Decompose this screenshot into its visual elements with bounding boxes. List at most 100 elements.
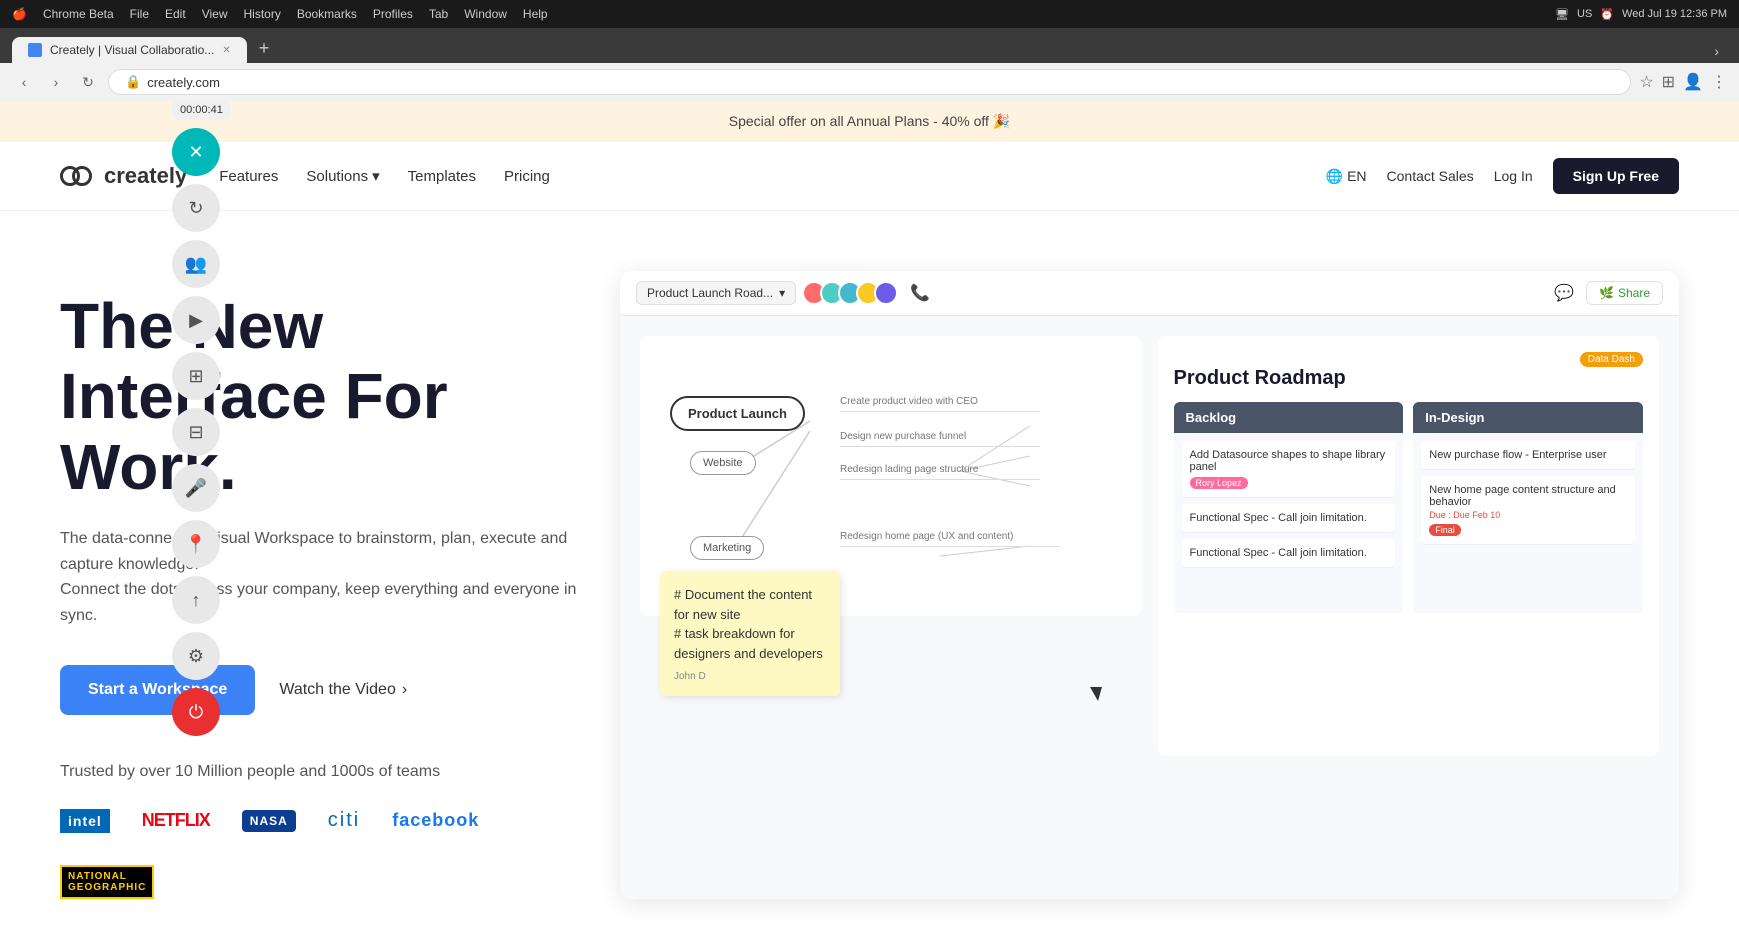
mindmap-task-1: Create product video with CEO <box>840 396 1040 412</box>
tab-close-button[interactable]: ✕ <box>222 45 230 56</box>
watch-video-link[interactable]: Watch the Video › <box>279 681 407 699</box>
nav-templates[interactable]: Templates <box>408 168 476 185</box>
sync-button[interactable]: ↻ <box>172 184 220 232</box>
citi-logo: citi <box>328 809 360 832</box>
back-button[interactable]: ‹ <box>12 70 36 94</box>
roadmap-panel: Data Dash Product Roadmap Backlog Add Da… <box>1158 336 1660 756</box>
facebook-logo: facebook <box>392 810 479 831</box>
sidebar-overlay: 00:00:41 ✕ ↻ 👥 ▶ ⊞ ⊟ 🎤 📍 ↑ ⚙ ⏻ <box>172 100 231 736</box>
browser-toolbar-right: ☆ ⊞ 👤 ⋮ <box>1639 72 1727 92</box>
apple-icon: 🍎 <box>12 7 27 21</box>
app-name: Chrome Beta <box>43 7 114 21</box>
mindmap-task-3: Redesign lading page structure <box>840 464 1040 480</box>
layers-button[interactable]: ⊞ <box>172 352 220 400</box>
indesign-body: New purchase flow - Enterprise user New … <box>1413 433 1643 613</box>
hero-title: The New Interface For Work. <box>60 291 580 502</box>
chevron-right-icon: › <box>402 681 407 699</box>
cursor-pointer <box>1090 687 1102 701</box>
logo-icon <box>60 164 96 188</box>
share-button[interactable]: 🌿 Share <box>1586 281 1663 305</box>
nav-right: 🌐 EN Contact Sales Log In Sign Up Free <box>1326 158 1679 194</box>
natgeo-logo: NATIONALGEOGRAPHIC <box>60 865 154 899</box>
mic-button[interactable]: 🎤 <box>172 464 220 512</box>
power-button[interactable]: ⏻ <box>172 688 220 736</box>
language-selector[interactable]: 🌐 EN <box>1326 168 1367 185</box>
browser-toolbar: ‹ › ↻ 🔒 creately.com ☆ ⊞ 👤 ⋮ <box>0 63 1739 101</box>
due-text: Due : Due Feb 10 <box>1429 510 1627 520</box>
sticky-note-author: John D <box>674 671 826 682</box>
backlog-item-2: Functional Spec - Call join limitation. <box>1182 504 1396 533</box>
contact-sales-link[interactable]: Contact Sales <box>1387 168 1474 184</box>
nav-pricing[interactable]: Pricing <box>504 168 550 185</box>
ssl-icon: 🔒 <box>125 74 141 90</box>
new-tab-button[interactable]: + <box>251 34 278 63</box>
bookmark-icon[interactable]: ☆ <box>1639 72 1653 92</box>
tab-favicon <box>28 43 42 57</box>
forward-button[interactable]: › <box>44 70 68 94</box>
globe-icon: 🌐 <box>1326 168 1343 185</box>
mindmap-center-node: Product Launch <box>670 396 805 431</box>
app-mockup: Product Launch Road... ▾ 📞 💬 🌿 Share <box>620 271 1679 899</box>
app-canvas: Product Launch Website Marketing Create … <box>620 316 1679 776</box>
netflix-logo: NETFLIX <box>142 810 210 831</box>
hero-left: The New Interface For Work. The data-con… <box>60 271 580 899</box>
avatar-group <box>808 281 898 305</box>
backlog-body: Add Datasource shapes to shape library p… <box>1174 433 1404 613</box>
phone-icon: 📞 <box>910 283 930 303</box>
upload-button[interactable]: ↑ <box>172 576 220 624</box>
backlog-item-3: Functional Spec - Call join limitation. <box>1182 539 1396 568</box>
logo-link[interactable]: creately <box>60 163 187 189</box>
intel-logo: intel <box>60 809 110 833</box>
workspace-selector[interactable]: Product Launch Road... ▾ <box>636 281 796 305</box>
backlog-item-1: Add Datasource shapes to shape library p… <box>1182 441 1396 498</box>
profile-icon[interactable]: 👤 <box>1683 72 1703 92</box>
trust-logos: intel NETFLIX NASA citi facebook NATIONA… <box>60 809 580 899</box>
users-button[interactable]: 👥 <box>172 240 220 288</box>
workspace-name: Product Launch Road... <box>647 286 773 300</box>
tab-bar: Creately | Visual Collaboratio... ✕ + › <box>12 34 1727 63</box>
avatar-5 <box>874 281 898 305</box>
mindmap-node-marketing: Marketing <box>690 536 764 560</box>
menu-icon[interactable]: ⋮ <box>1711 72 1727 92</box>
extensions-icon[interactable]: ⊞ <box>1662 72 1675 92</box>
backlog-header: Backlog <box>1174 402 1404 433</box>
promo-text: Special offer on all Annual Plans - 40% … <box>729 113 1011 129</box>
website-content: Special offer on all Annual Plans - 40% … <box>0 101 1739 939</box>
comment-icon[interactable]: 💬 <box>1554 283 1574 303</box>
mindmap-task-4: Redesign home page (UX and content) <box>840 531 1060 547</box>
mac-status-bar: 🖥 US ⏰ Wed Jul 19 12:36 PM <box>1555 8 1727 21</box>
mindmap-task-2: Design new purchase funnel <box>840 431 1040 447</box>
login-link[interactable]: Log In <box>1494 168 1533 184</box>
indesign-column: In-Design New purchase flow - Enterprise… <box>1413 402 1643 613</box>
roadmap-columns: Backlog Add Datasource shapes to shape l… <box>1174 402 1644 613</box>
tab-title: Creately | Visual Collaboratio... <box>50 43 214 57</box>
promo-banner: Special offer on all Annual Plans - 40% … <box>0 101 1739 142</box>
nav-solutions[interactable]: Solutions ▾ <box>306 167 379 185</box>
trust-text: Trusted by over 10 Million people and 10… <box>60 763 580 781</box>
indesign-header: In-Design <box>1413 402 1643 433</box>
video-button[interactable]: ▶ <box>172 296 220 344</box>
backlog-column: Backlog Add Datasource shapes to shape l… <box>1174 402 1404 613</box>
screen-button[interactable]: ⊟ <box>172 408 220 456</box>
active-tab[interactable]: Creately | Visual Collaboratio... ✕ <box>12 37 247 63</box>
main-navigation: creately Features Solutions ▾ Templates … <box>0 142 1739 211</box>
nasa-logo: NASA <box>242 810 296 832</box>
settings-button[interactable]: ⚙ <box>172 632 220 680</box>
indesign-item-2: New home page content structure and beha… <box>1421 476 1635 545</box>
roadmap-title: Product Roadmap <box>1174 367 1644 390</box>
signup-button[interactable]: Sign Up Free <box>1553 158 1679 194</box>
url-text: creately.com <box>147 75 220 90</box>
address-bar[interactable]: 🔒 creately.com <box>108 69 1631 95</box>
sticky-note: # Document the content for new site# tas… <box>660 571 840 696</box>
timer-display: 00:00:41 <box>172 100 231 120</box>
hero-section: The New Interface For Work. The data-con… <box>0 211 1739 939</box>
tag-final: Final <box>1429 524 1461 536</box>
pin-button[interactable]: 📍 <box>172 520 220 568</box>
indesign-item-1: New purchase flow - Enterprise user <box>1421 441 1635 470</box>
mindmap-panel: Product Launch Website Marketing Create … <box>640 336 1142 756</box>
reload-button[interactable]: ↻ <box>76 70 100 94</box>
mac-menu: File Edit View History Bookmarks Profile… <box>130 7 548 21</box>
tab-scroll-right[interactable]: › <box>1706 39 1727 63</box>
close-session-button[interactable]: ✕ <box>172 128 220 176</box>
sticky-note-text: # Document the content for new site# tas… <box>674 585 826 663</box>
